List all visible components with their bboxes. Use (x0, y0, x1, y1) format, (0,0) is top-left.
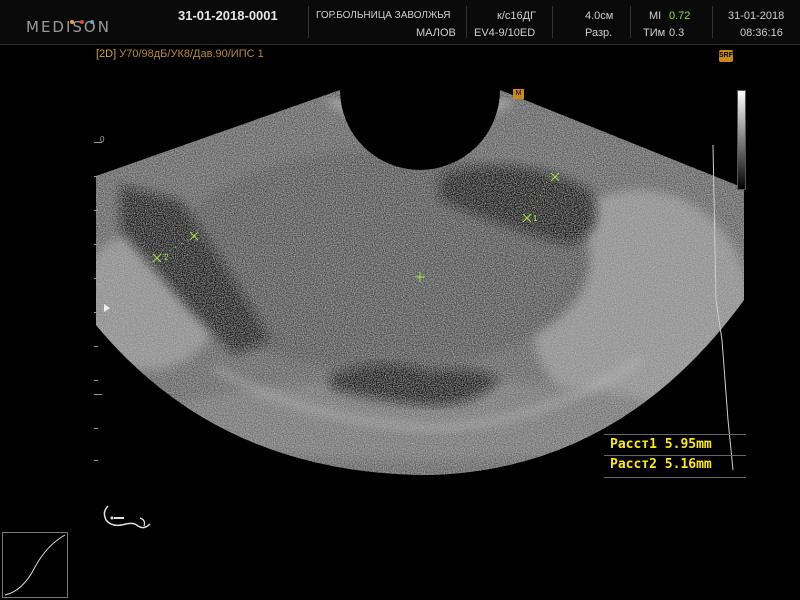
probe-orientation-marker: M (513, 89, 524, 99)
mi-label: MI (649, 10, 662, 22)
measurement-label: Расст2 (610, 457, 657, 472)
gray-curve-window (2, 532, 68, 598)
hospital-name: ГОР.БОЛЬНИЦА ЗАВОЛЖЬЯ (316, 10, 451, 21)
header-separator (466, 6, 467, 38)
measurement-label: Расст1 (610, 437, 657, 452)
measurement-divider (604, 455, 746, 456)
mi-value: 0.72 (669, 10, 691, 22)
probe-name: EV4-9/10ED (474, 27, 536, 39)
header-separator (552, 6, 553, 38)
operator-name: МАЛОВ (416, 27, 456, 39)
measurement-row-2: Расст2 5.16mm (610, 457, 712, 472)
measurement-value: 5.16mm (664, 457, 712, 472)
depth-value: 4.0см (585, 10, 614, 22)
exam-time: 08:36:16 (740, 27, 783, 39)
grayscale-bar (737, 90, 746, 190)
caliper-2-label: 2 (164, 253, 169, 262)
brand-logo: MEDISON (26, 18, 111, 36)
header-separator (630, 6, 631, 38)
tim-value: 0.3 (669, 27, 685, 39)
imaging-parameters: [2D] У70/98дБ/УК8/Дав.90/ИПС 1 (96, 48, 264, 60)
mode-params: У70/98дБ/УК8/Дав.90/ИПС 1 (119, 48, 264, 60)
resolution-label: Разр. (585, 27, 613, 39)
measurement-results: Расст1 5.95mm Расст2 5.16mm (604, 434, 746, 478)
focus-marker-icon (104, 304, 110, 312)
measurement-row-1: Расст1 5.95mm (610, 437, 712, 452)
exam-date: 31-01-2018 (728, 10, 785, 22)
body-mark-icon (103, 505, 151, 529)
caliper-1-label: 1 (533, 214, 538, 223)
header-separator (308, 6, 309, 38)
measurement-value: 5.95mm (664, 437, 712, 452)
header-bar: MEDISON 31-01-2018-0001 ГОР.БОЛЬНИЦА ЗАВ… (0, 0, 800, 45)
tim-label: ТИм (643, 27, 666, 39)
preset-name: к/с16ДГ (497, 10, 537, 22)
header-separator (712, 6, 713, 38)
mode-tag: [2D] (96, 48, 117, 60)
patient-id: 31-01-2018-0001 (178, 8, 278, 23)
